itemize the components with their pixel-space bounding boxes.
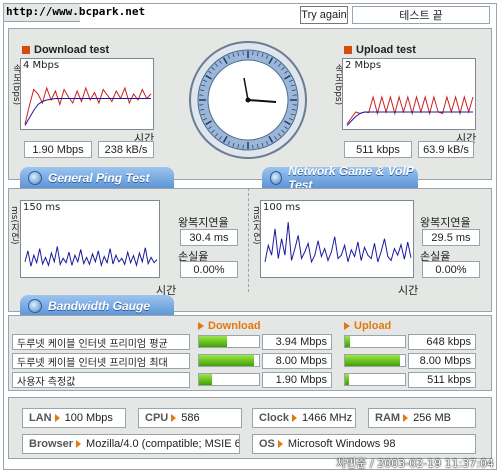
gauge-row-label: 두루넷 케이블 인터넷 프리미엄 평균 bbox=[12, 334, 190, 350]
download-mbps: 1.90 Mbps bbox=[24, 141, 92, 158]
gauge-upload-title: Upload bbox=[344, 320, 391, 332]
globe-icon bbox=[28, 298, 42, 313]
browser-info: Browser Mozilla/4.0 (compatible; MSIE 6.0 bbox=[22, 434, 240, 454]
panel-divider bbox=[248, 188, 249, 292]
lan-info: LAN 100 Mbps bbox=[22, 408, 126, 428]
download-gauge-bar bbox=[198, 354, 260, 367]
ping-loss-value: 0.00% bbox=[180, 261, 238, 278]
upload-gauge-bar bbox=[344, 373, 406, 386]
test-status: 테스트 끝 bbox=[352, 6, 490, 24]
upload-gauge-value: 648 kbps bbox=[408, 334, 476, 350]
upload-kbps: 511 kbps bbox=[344, 141, 412, 158]
game-latency-line bbox=[264, 222, 412, 264]
download-gauge-fill bbox=[199, 374, 213, 385]
game-loss-value: 0.00% bbox=[422, 261, 480, 278]
ping-latency-line bbox=[24, 246, 158, 268]
download-gauge-value: 8.00 Mbps bbox=[262, 353, 332, 369]
download-gauge-value: 3.94 Mbps bbox=[262, 334, 332, 350]
arrow-icon bbox=[344, 322, 350, 330]
upload-gauge-bar bbox=[344, 354, 406, 367]
upload-kBs: 63.9 kB/s bbox=[418, 141, 474, 158]
download-gauge-value: 1.90 Mbps bbox=[262, 372, 332, 388]
upload-chart bbox=[346, 95, 474, 126]
download-gauge-fill bbox=[199, 355, 255, 366]
arrow-icon bbox=[291, 414, 297, 422]
upload-graph: 2 Mbps bbox=[342, 58, 476, 130]
download-average-line bbox=[24, 98, 151, 126]
gauge-download-title: Download bbox=[198, 320, 261, 332]
upload-gauge-value: 8.00 Mbps bbox=[408, 353, 476, 369]
game-time-label: 시간 bbox=[398, 284, 419, 297]
arrow-icon bbox=[171, 414, 177, 422]
ping-chart bbox=[24, 246, 158, 268]
download-graph: 4 Mbps bbox=[20, 58, 154, 130]
download-gauge-bar bbox=[198, 335, 260, 348]
upload-gauge-value: 511 kbps bbox=[408, 372, 476, 388]
bullet-icon bbox=[22, 46, 30, 54]
game-rtt-value: 29.5 ms bbox=[422, 229, 480, 246]
arrow-icon bbox=[76, 440, 82, 448]
tab-general-ping[interactable]: General Ping Test bbox=[20, 167, 174, 188]
download-title: Download test bbox=[22, 44, 109, 56]
game-graph: 100 ms bbox=[260, 200, 414, 278]
clock-info: Clock 1466 MHz bbox=[252, 408, 356, 428]
upload-instant-line bbox=[346, 95, 474, 125]
tab-network-game[interactable]: Network Game & VoIP Test bbox=[262, 164, 418, 192]
upload-title: Upload test bbox=[344, 44, 416, 56]
try-again-button[interactable]: Try again bbox=[300, 6, 348, 24]
site-url: http://www.bcpark.net bbox=[6, 5, 146, 18]
ram-info: RAM 256 MB bbox=[368, 408, 476, 428]
arrow-icon bbox=[403, 414, 409, 422]
gauge-row-label: 사용자 측정값 bbox=[12, 372, 190, 388]
ping-rtt-label: 왕복지연율 bbox=[178, 216, 229, 229]
watermark: 차민준 / 2003-02-19 11:37:04 bbox=[336, 457, 494, 470]
arrow-icon bbox=[198, 322, 204, 330]
os-info: OS Microsoft Windows 98 bbox=[252, 434, 476, 454]
bullet-icon bbox=[344, 46, 352, 54]
download-gauge-bar bbox=[198, 373, 260, 386]
cpu-info: CPU 586 bbox=[138, 408, 242, 428]
ping-rtt-value: 30.4 ms bbox=[180, 229, 238, 246]
download-gauge-fill bbox=[199, 336, 227, 347]
gauge-row-label: 두루넷 케이블 인터넷 프리미엄 최대 bbox=[12, 353, 190, 369]
globe-icon bbox=[28, 170, 42, 185]
dial-hub bbox=[245, 97, 251, 103]
upload-gauge-fill bbox=[345, 374, 349, 385]
ping-graph: 150 ms bbox=[20, 200, 160, 278]
game-rtt-label: 왕복지연율 bbox=[420, 216, 471, 229]
download-chart bbox=[24, 86, 152, 126]
game-chart bbox=[264, 222, 412, 264]
tab-bandwidth-gauge[interactable]: Bandwidth Gauge bbox=[20, 295, 174, 316]
globe-icon bbox=[270, 170, 283, 185]
arrow-icon bbox=[277, 440, 283, 448]
upload-gauge-fill bbox=[345, 355, 401, 366]
download-kBs: 238 kB/s bbox=[98, 141, 154, 158]
speed-dial-icon bbox=[189, 41, 307, 159]
upload-average-line bbox=[346, 111, 473, 126]
arrow-icon bbox=[54, 414, 60, 422]
download-instant-line bbox=[24, 86, 152, 125]
upload-gauge-bar bbox=[344, 335, 406, 348]
upload-gauge-fill bbox=[345, 336, 350, 347]
